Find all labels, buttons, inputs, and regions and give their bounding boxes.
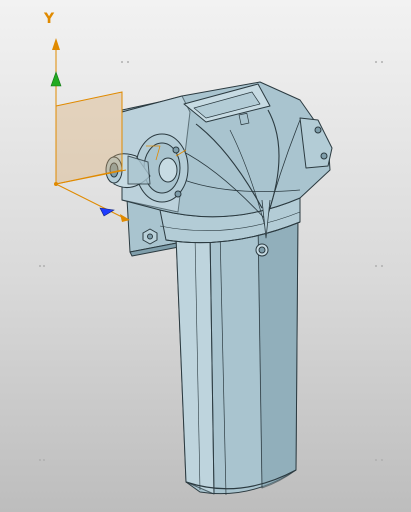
y-arrowhead [52,38,60,50]
y-handle[interactable] [50,71,62,87]
y-axis-label: Y [44,11,55,27]
right-lug[interactable] [299,117,333,169]
part-model[interactable] [105,81,333,496]
z-axis[interactable] [55,183,125,219]
triad-origin[interactable] [54,182,58,186]
coordinate-triad[interactable] [50,38,130,222]
graphics-viewport[interactable]: Y [0,0,411,512]
triad-plane[interactable] [55,91,123,185]
3d-scene[interactable] [0,0,411,512]
